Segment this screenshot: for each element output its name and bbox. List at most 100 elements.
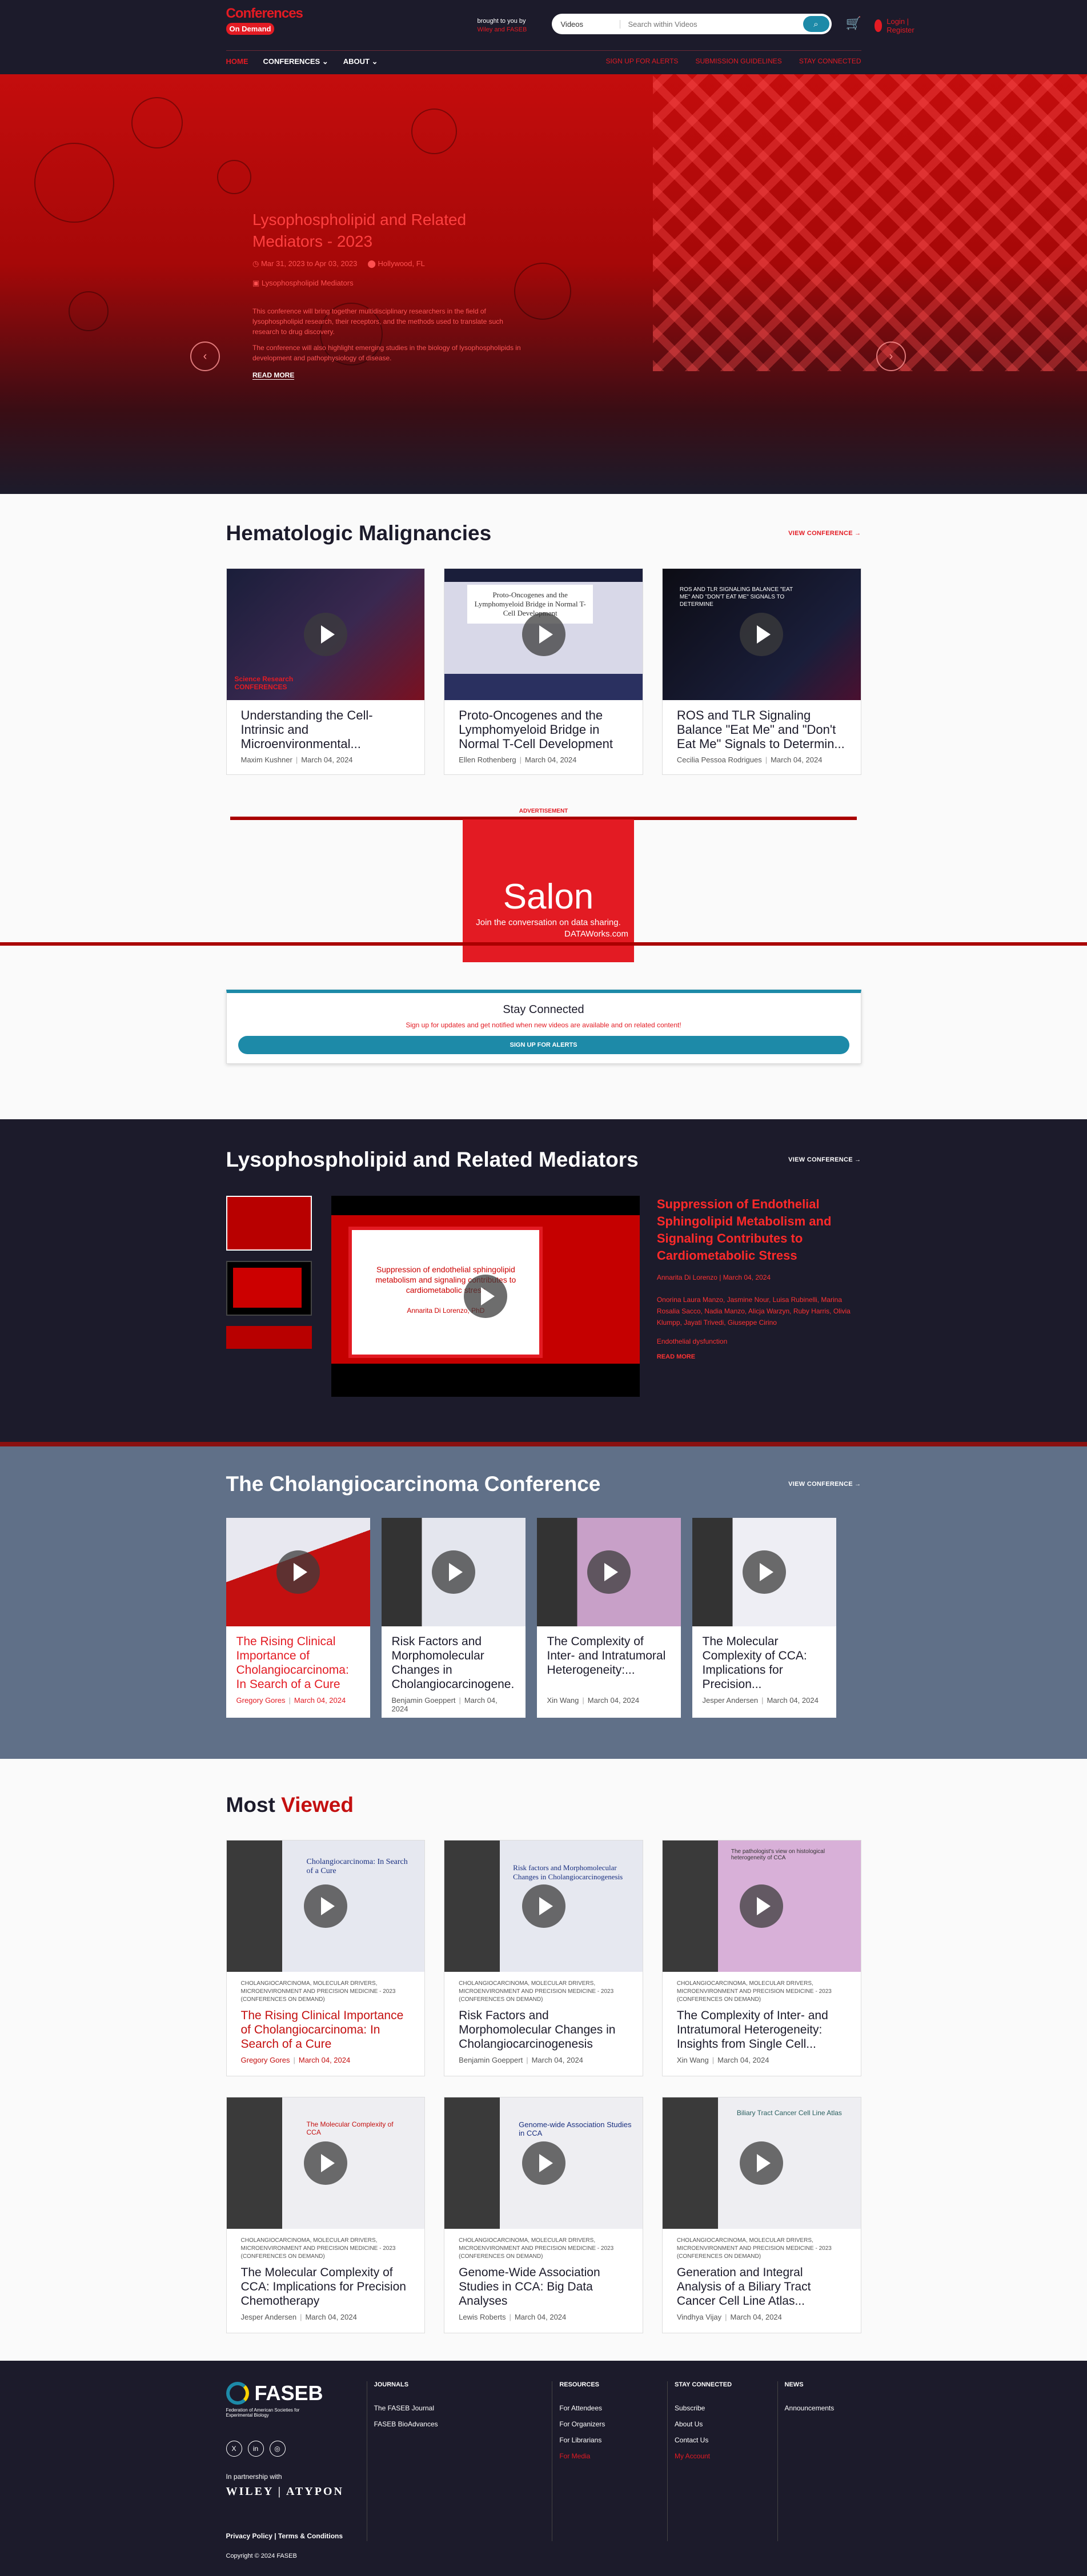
- search-button[interactable]: ⌕: [803, 16, 829, 32]
- play-icon[interactable]: [431, 1550, 475, 1594]
- video-title[interactable]: The Rising Clinical Importance of Cholan…: [241, 2008, 411, 2051]
- footer-col-heading: RESOURCES: [559, 2381, 599, 2388]
- video-title[interactable]: Understanding the Cell-Intrinsic and Mic…: [241, 708, 411, 751]
- wiley-atypon-logo[interactable]: WILEY | ATYPON: [226, 2485, 367, 2498]
- video-title[interactable]: Generation and Integral Analysis of a Bi…: [677, 2265, 847, 2308]
- footer-link[interactable]: About Us: [675, 2420, 777, 2428]
- nav-signup-alerts[interactable]: SIGN UP FOR ALERTS: [606, 57, 679, 65]
- video-title[interactable]: The Molecular Complexity of CCA: Implica…: [703, 1634, 826, 1691]
- login-register[interactable]: Login | Register: [874, 17, 919, 34]
- faseb-logo[interactable]: FASEB: [226, 2381, 367, 2405]
- footer-col-stay-connected: STAY CONNECTED Subscribe About Us Contac…: [667, 2381, 777, 2541]
- play-icon[interactable]: [522, 1884, 565, 1928]
- play-icon[interactable]: [740, 613, 784, 656]
- footer-link[interactable]: For Organizers: [559, 2420, 667, 2428]
- footer-link[interactable]: Contact Us: [675, 2436, 777, 2444]
- video-title[interactable]: The Complexity of Inter- and Intratumora…: [547, 1634, 671, 1691]
- play-icon[interactable]: [742, 1550, 786, 1594]
- video-date: March 04, 2024: [531, 2056, 583, 2064]
- video-title[interactable]: The Molecular Complexity of CCA: Implica…: [241, 2265, 411, 2308]
- footer-col-resources: RESOURCES For Attendees For Organizers F…: [552, 2381, 667, 2541]
- video-thumbnail-item[interactable]: [226, 1326, 312, 1349]
- play-icon[interactable]: [740, 1884, 784, 1928]
- ad-subline: Join the conversation on data sharing.: [476, 918, 621, 927]
- video-card[interactable]: Genome-wide Association Studies in CCA C…: [444, 2097, 643, 2333]
- advertisement-banner[interactable]: Salon Join the conversation on data shar…: [463, 819, 634, 962]
- video-card[interactable]: Cholangiocarcinoma: In Search of a Cure …: [226, 1840, 426, 2076]
- hero-title[interactable]: Lysophospholipid and Related Mediators -…: [252, 209, 527, 252]
- brought-partners[interactable]: Wiley and FASEB: [478, 26, 527, 34]
- login-link[interactable]: Login | Register: [887, 17, 919, 34]
- play-icon[interactable]: [464, 1275, 508, 1318]
- carousel-next-button[interactable]: ›: [876, 341, 906, 371]
- nav-submission[interactable]: SUBMISSION GUIDELINES: [695, 57, 781, 65]
- nav-conferences[interactable]: CONFERENCES ⌄: [263, 57, 328, 66]
- video-card[interactable]: Science Research CONFERENCES Understandi…: [226, 568, 426, 775]
- play-icon[interactable]: [303, 2141, 347, 2185]
- video-thumbnail-item[interactable]: [226, 1196, 312, 1251]
- ad-brand: DATAWorks.com: [564, 929, 628, 939]
- video-thumbnail-item[interactable]: [226, 1261, 312, 1316]
- hero-date: ◷ Mar 31, 2023 to Apr 03, 2023: [252, 259, 357, 268]
- search-scope-select[interactable]: Videos: [552, 19, 620, 29]
- footer-link[interactable]: Announcements: [785, 2404, 861, 2412]
- footer-link[interactable]: FASEB BioAdvances: [374, 2420, 552, 2428]
- signup-alerts-button[interactable]: SIGN UP FOR ALERTS: [238, 1036, 849, 1054]
- video-title[interactable]: Proto-Oncogenes and the Lymphomyeloid Br…: [459, 708, 628, 751]
- footer-link[interactable]: Subscribe: [675, 2404, 777, 2412]
- video-card[interactable]: The Complexity of Inter- and Intratumora…: [536, 1518, 681, 1718]
- footer-link[interactable]: My Account: [675, 2452, 777, 2460]
- play-icon[interactable]: [303, 1884, 347, 1928]
- thumbnail-caption: Biliary Tract Cancer Cell Line Atlas: [736, 2109, 842, 2117]
- video-card[interactable]: ROS AND TLR SIGNALING BALANCE "EAT ME" A…: [661, 568, 861, 775]
- nav-stay-connected[interactable]: STAY CONNECTED: [799, 57, 861, 65]
- tag-icon: ▣: [252, 279, 262, 287]
- instagram-icon[interactable]: ◎: [269, 2441, 286, 2457]
- footer-link[interactable]: For Librarians: [559, 2436, 667, 2444]
- video-card[interactable]: Biliary Tract Cancer Cell Line Atlas CHO…: [661, 2097, 861, 2333]
- footer-link[interactable]: For Attendees: [559, 2404, 667, 2412]
- video-description: Endothelial dysfunction: [656, 1337, 728, 1345]
- nav-about[interactable]: ABOUT ⌄: [343, 57, 378, 66]
- video-title[interactable]: ROS and TLR Signaling Balance "Eat Me" a…: [677, 708, 847, 751]
- x-icon[interactable]: X: [226, 2441, 242, 2457]
- play-icon[interactable]: [522, 613, 565, 656]
- nav-right-links: SIGN UP FOR ALERTS SUBMISSION GUIDELINES…: [606, 57, 861, 65]
- footer-link[interactable]: The FASEB Journal: [374, 2404, 552, 2412]
- play-icon[interactable]: [587, 1550, 631, 1594]
- chevron-right-icon: ›: [889, 349, 893, 363]
- video-card[interactable]: Proto-Oncogenes and the Lymphomyeloid Br…: [444, 568, 643, 775]
- legal-links[interactable]: Privacy Policy | Terms & Conditions: [226, 2532, 343, 2540]
- cart-icon[interactable]: 🛒: [846, 16, 861, 31]
- video-title[interactable]: Risk Factors and Morphomolecular Changes…: [392, 1634, 515, 1691]
- play-icon[interactable]: [303, 613, 347, 656]
- video-title[interactable]: The Rising Clinical Importance of Cholan…: [236, 1634, 360, 1691]
- video-title[interactable]: Risk Factors and Morphomolecular Changes…: [459, 2008, 628, 2051]
- hero-location-text: Hollywood, FL: [378, 259, 425, 268]
- video-title[interactable]: Genome-Wide Association Studies in CCA: …: [459, 2265, 628, 2308]
- search-input[interactable]: [620, 19, 803, 29]
- hero-read-more-link[interactable]: READ MORE: [252, 371, 295, 380]
- linkedin-icon[interactable]: in: [247, 2441, 264, 2457]
- video-card[interactable]: The pathologist's view on histological h…: [661, 1840, 861, 2076]
- video-card[interactable]: The Molecular Complexity of CCA CHOLANGI…: [226, 2097, 426, 2333]
- view-conference-link[interactable]: VIEW CONFERENCE →: [788, 1481, 861, 1488]
- read-more-link[interactable]: READ MORE: [657, 1353, 861, 1360]
- video-card[interactable]: The Rising Clinical Importance of Cholan…: [226, 1518, 370, 1718]
- video-card[interactable]: Risk Factors and Morphomolecular Changes…: [381, 1518, 526, 1718]
- site-logo[interactable]: Conferences On Demand: [226, 6, 312, 41]
- play-icon[interactable]: [276, 1550, 320, 1594]
- video-player[interactable]: Suppression of endothelial sphingolipid …: [331, 1196, 640, 1397]
- view-conference-link[interactable]: VIEW CONFERENCE →: [788, 530, 861, 537]
- carousel-prev-button[interactable]: ‹: [190, 341, 220, 371]
- footer-link[interactable]: For Media: [559, 2452, 667, 2460]
- play-icon[interactable]: [522, 2141, 565, 2185]
- view-conference-link[interactable]: VIEW CONFERENCE →: [788, 1156, 861, 1163]
- slide-title: Suppression of endothelial sphingolipid …: [375, 1265, 516, 1295]
- video-title[interactable]: Suppression of Endothelial Sphingolipid …: [657, 1196, 861, 1264]
- play-icon[interactable]: [740, 2141, 784, 2185]
- video-title[interactable]: The Complexity of Inter- and Intratumora…: [677, 2008, 847, 2051]
- video-card[interactable]: Risk factors and Morphomolecular Changes…: [444, 1840, 643, 2076]
- video-card[interactable]: The Molecular Complexity of CCA: Implica…: [692, 1518, 836, 1718]
- nav-home[interactable]: HOME: [226, 57, 248, 66]
